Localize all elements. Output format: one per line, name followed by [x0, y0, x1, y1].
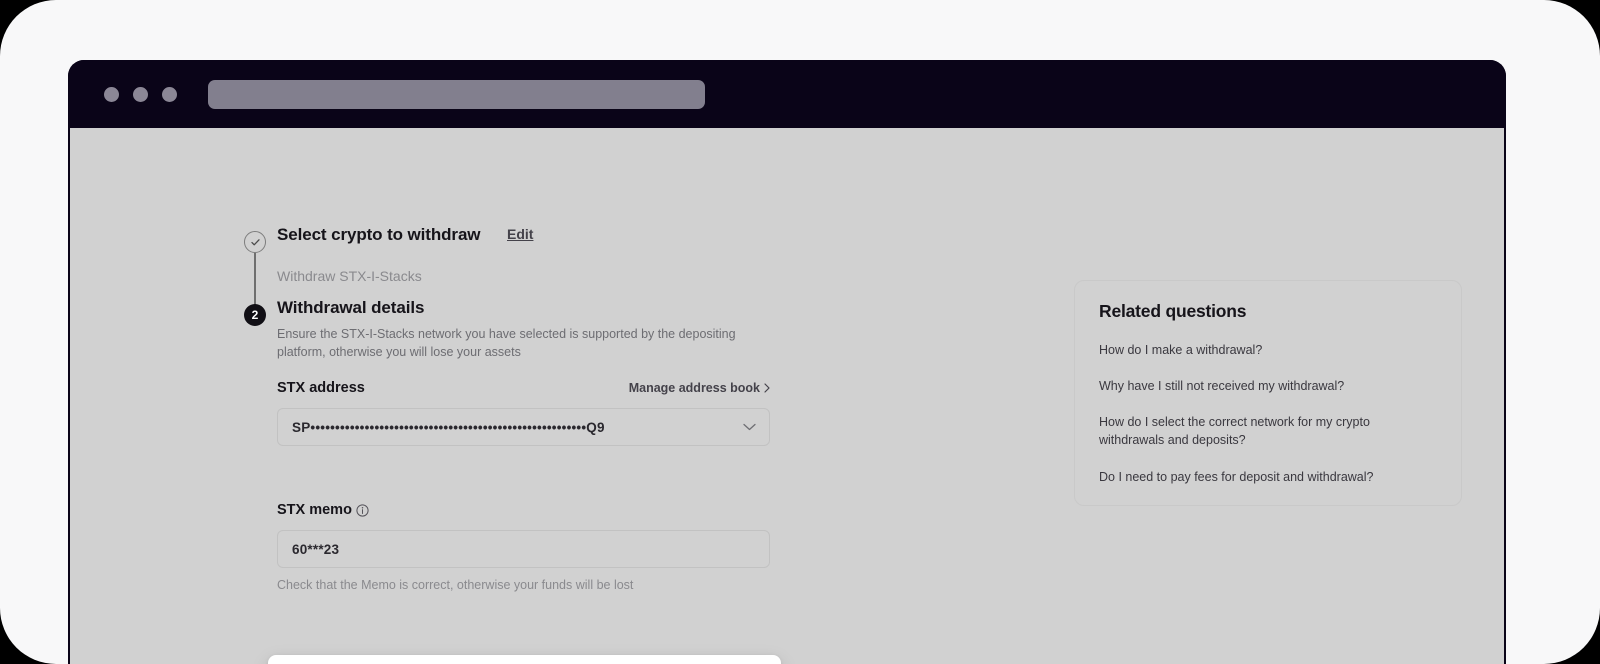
close-dot-icon[interactable]	[104, 86, 119, 102]
withdrawal-form: STX address Manage address book SP••••••…	[277, 380, 770, 592]
address-bar-input[interactable]	[208, 79, 705, 109]
related-question-item[interactable]: Why have I still not received my withdra…	[1099, 377, 1437, 395]
chevron-right-icon	[764, 383, 770, 393]
address-label-row: STX address Manage address book	[277, 380, 770, 396]
step1-title: Select crypto to withdraw	[277, 225, 481, 244]
minimize-dot-icon[interactable]	[133, 86, 148, 102]
step2-title: Withdrawal details	[277, 298, 425, 317]
step1-subtitle: Withdraw STX-I-Stacks	[277, 268, 422, 284]
maximize-dot-icon[interactable]	[162, 86, 177, 102]
network-selection-card: Select the STX withdrawal network STX-I-…	[268, 655, 781, 664]
address-label: STX address	[277, 380, 365, 396]
edit-link[interactable]: Edit	[507, 226, 533, 242]
info-circle-icon[interactable]	[356, 503, 369, 517]
browser-window: Select crypto to withdraw Edit Withdraw …	[68, 60, 1506, 664]
memo-value: 60***23	[292, 541, 340, 557]
manage-address-book-link[interactable]: Manage address book	[629, 381, 770, 395]
memo-helper-text: Check that the Memo is correct, otherwis…	[277, 578, 634, 592]
page-content: Select crypto to withdraw Edit Withdraw …	[70, 128, 1504, 664]
step2-number-badge: 2	[244, 304, 266, 326]
manage-address-book-label: Manage address book	[628, 381, 760, 395]
related-question-item[interactable]: How do I make a withdrawal?	[1099, 341, 1437, 359]
step2-description: Ensure the STX-I-Stacks network you have…	[277, 327, 736, 360]
browser-titlebar	[68, 60, 1506, 128]
step1-check-icon	[244, 231, 266, 253]
related-question-item[interactable]: How do I select the correct network for …	[1099, 413, 1437, 449]
address-value: SP••••••••••••••••••••••••••••••••••••••…	[292, 419, 605, 435]
page-canvas: Select crypto to withdraw Edit Withdraw …	[0, 0, 1600, 664]
memo-label-text: STX memo	[277, 502, 352, 518]
related-questions-title: Related questions	[1099, 301, 1247, 321]
related-questions-card: Related questions How do I make a withdr…	[1074, 280, 1462, 506]
memo-input[interactable]: 60***23	[277, 530, 770, 568]
chevron-down-icon[interactable]	[743, 423, 756, 431]
traffic-lights	[104, 86, 177, 102]
step-connector-line	[254, 253, 256, 305]
memo-label-row: STX memo	[277, 502, 770, 518]
address-input[interactable]: SP••••••••••••••••••••••••••••••••••••••…	[277, 408, 770, 446]
related-question-item[interactable]: Do I need to pay fees for deposit and wi…	[1099, 468, 1437, 486]
memo-block: STX memo 60***23 Check that the Memo is …	[277, 502, 770, 592]
memo-label: STX memo	[277, 502, 369, 518]
